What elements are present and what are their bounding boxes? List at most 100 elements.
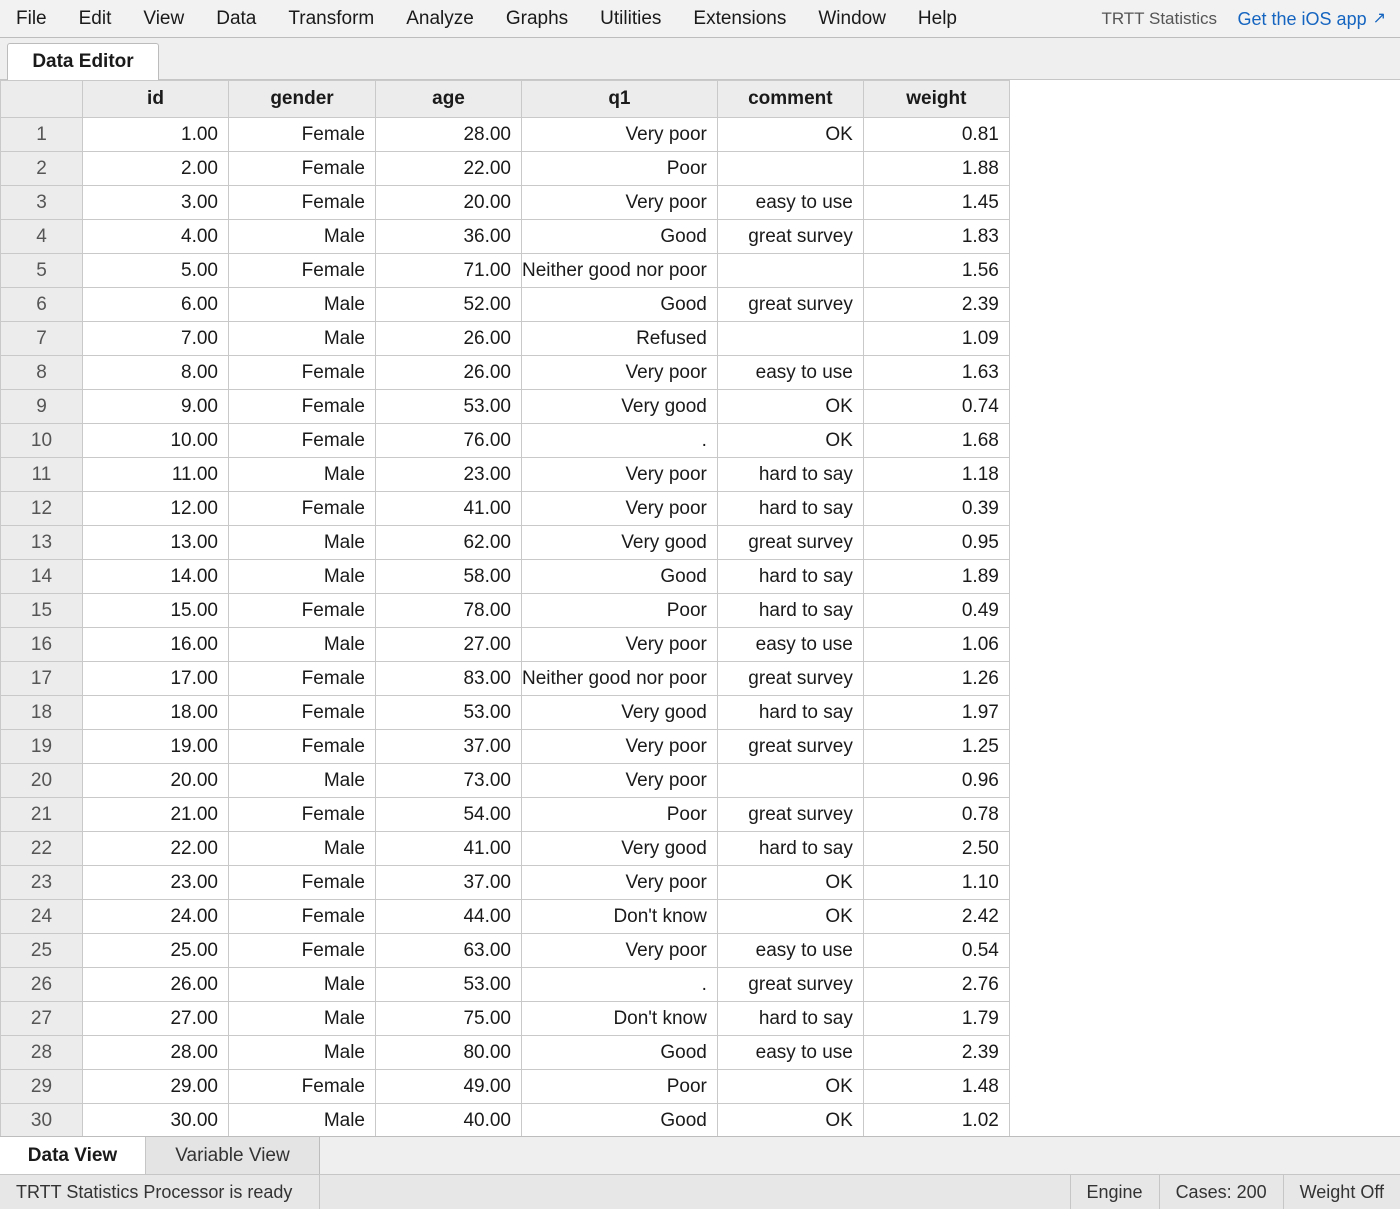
cell-gender[interactable]: Female (228, 593, 376, 628)
cell-comment[interactable]: great survey (716, 729, 864, 764)
cell-comment[interactable]: easy to use (716, 355, 864, 390)
cell-comment[interactable]: OK (716, 1103, 864, 1136)
cell-q1[interactable]: Poor (521, 593, 718, 628)
cell-id[interactable]: 17.00 (82, 661, 229, 696)
cell-comment[interactable]: great survey (716, 525, 864, 560)
status-engine[interactable]: Engine (1069, 1175, 1159, 1209)
cell-age[interactable]: 54.00 (375, 797, 522, 832)
cell-weight[interactable]: 1.83 (862, 219, 1010, 254)
column-header-age[interactable]: age (375, 80, 522, 118)
row-number[interactable]: 22 (0, 831, 83, 866)
cell-gender[interactable]: Female (228, 117, 376, 152)
cell-comment[interactable] (716, 321, 864, 356)
cell-age[interactable]: 62.00 (375, 525, 522, 560)
cell-weight[interactable]: 0.54 (862, 933, 1010, 968)
cell-q1[interactable]: Very good (521, 695, 718, 730)
cell-comment[interactable]: easy to use (716, 627, 864, 662)
cell-age[interactable]: 49.00 (375, 1069, 522, 1104)
cell-weight[interactable]: 0.96 (862, 763, 1010, 798)
cell-gender[interactable]: Male (228, 627, 376, 662)
cell-q1[interactable]: . (521, 967, 718, 1002)
cell-weight[interactable]: 1.63 (862, 355, 1010, 390)
row-number[interactable]: 8 (0, 355, 83, 390)
cell-age[interactable]: 73.00 (375, 763, 522, 798)
cell-weight[interactable]: 1.09 (862, 321, 1010, 356)
cell-weight[interactable]: 1.02 (862, 1103, 1010, 1136)
cell-q1[interactable]: Very good (521, 831, 718, 866)
cell-weight[interactable]: 1.25 (862, 729, 1010, 764)
cell-gender[interactable]: Male (228, 287, 376, 322)
cell-q1[interactable]: Very poor (521, 865, 718, 900)
cell-age[interactable]: 53.00 (375, 389, 522, 424)
cell-age[interactable]: 53.00 (375, 967, 522, 1002)
cell-weight[interactable]: 1.18 (862, 457, 1010, 492)
cell-id[interactable]: 26.00 (82, 967, 229, 1002)
cell-id[interactable]: 25.00 (82, 933, 229, 968)
cell-gender[interactable]: Female (228, 355, 376, 390)
row-number[interactable]: 29 (0, 1069, 83, 1104)
cell-id[interactable]: 22.00 (82, 831, 229, 866)
cell-q1[interactable]: Good (521, 559, 718, 594)
cell-gender[interactable]: Female (228, 491, 376, 526)
cell-age[interactable]: 20.00 (375, 185, 522, 220)
row-number[interactable]: 26 (0, 967, 83, 1002)
cell-age[interactable]: 63.00 (375, 933, 522, 968)
cell-id[interactable]: 23.00 (82, 865, 229, 900)
row-number[interactable]: 3 (0, 185, 83, 220)
menu-window[interactable]: Window (802, 0, 902, 38)
cell-q1[interactable]: Very poor (521, 627, 718, 662)
cell-gender[interactable]: Female (228, 185, 376, 220)
cell-gender[interactable]: Male (228, 763, 376, 798)
cell-weight[interactable]: 0.39 (862, 491, 1010, 526)
menu-help[interactable]: Help (902, 0, 973, 38)
column-header-id[interactable]: id (82, 80, 229, 118)
cell-age[interactable]: 27.00 (375, 627, 522, 662)
cell-q1[interactable]: Don't know (521, 899, 718, 934)
cell-age[interactable]: 52.00 (375, 287, 522, 322)
menu-utilities[interactable]: Utilities (584, 0, 677, 38)
cell-id[interactable]: 11.00 (82, 457, 229, 492)
cell-gender[interactable]: Female (228, 1069, 376, 1104)
cell-comment[interactable]: OK (716, 865, 864, 900)
cell-id[interactable]: 27.00 (82, 1001, 229, 1036)
cell-gender[interactable]: Female (228, 151, 376, 186)
cell-age[interactable]: 22.00 (375, 151, 522, 186)
column-header-q1[interactable]: q1 (521, 80, 718, 118)
cell-id[interactable]: 7.00 (82, 321, 229, 356)
cell-weight[interactable]: 2.50 (862, 831, 1010, 866)
cell-age[interactable]: 41.00 (375, 491, 522, 526)
cell-comment[interactable]: OK (716, 899, 864, 934)
cell-q1[interactable]: Poor (521, 151, 718, 186)
row-number[interactable]: 16 (0, 627, 83, 662)
cell-comment[interactable]: OK (716, 423, 864, 458)
cell-id[interactable]: 9.00 (82, 389, 229, 424)
cell-age[interactable]: 53.00 (375, 695, 522, 730)
cell-age[interactable]: 23.00 (375, 457, 522, 492)
tab-data-editor[interactable]: Data Editor (7, 43, 159, 80)
cell-id[interactable]: 29.00 (82, 1069, 229, 1104)
cell-gender[interactable]: Male (228, 1103, 376, 1136)
cell-comment[interactable]: great survey (716, 797, 864, 832)
cell-age[interactable]: 83.00 (375, 661, 522, 696)
column-header-comment[interactable]: comment (716, 80, 864, 118)
cell-age[interactable]: 26.00 (375, 355, 522, 390)
row-number[interactable]: 11 (0, 457, 83, 492)
cell-q1[interactable]: Very poor (521, 729, 718, 764)
cell-weight[interactable]: 1.48 (862, 1069, 1010, 1104)
cell-comment[interactable]: OK (716, 117, 864, 152)
cell-id[interactable]: 28.00 (82, 1035, 229, 1070)
cell-comment[interactable]: easy to use (716, 933, 864, 968)
cell-id[interactable]: 2.00 (82, 151, 229, 186)
cell-id[interactable]: 18.00 (82, 695, 229, 730)
cell-q1[interactable]: Very poor (521, 355, 718, 390)
row-number[interactable]: 23 (0, 865, 83, 900)
cell-age[interactable]: 80.00 (375, 1035, 522, 1070)
cell-gender[interactable]: Female (228, 389, 376, 424)
tab-variable-view[interactable]: Variable View (146, 1137, 320, 1175)
row-number[interactable]: 15 (0, 593, 83, 628)
cell-comment[interactable] (716, 763, 864, 798)
cell-q1[interactable]: Very good (521, 389, 718, 424)
cell-id[interactable]: 19.00 (82, 729, 229, 764)
cell-comment[interactable]: hard to say (716, 1001, 864, 1036)
cell-q1[interactable]: Good (521, 1103, 718, 1136)
